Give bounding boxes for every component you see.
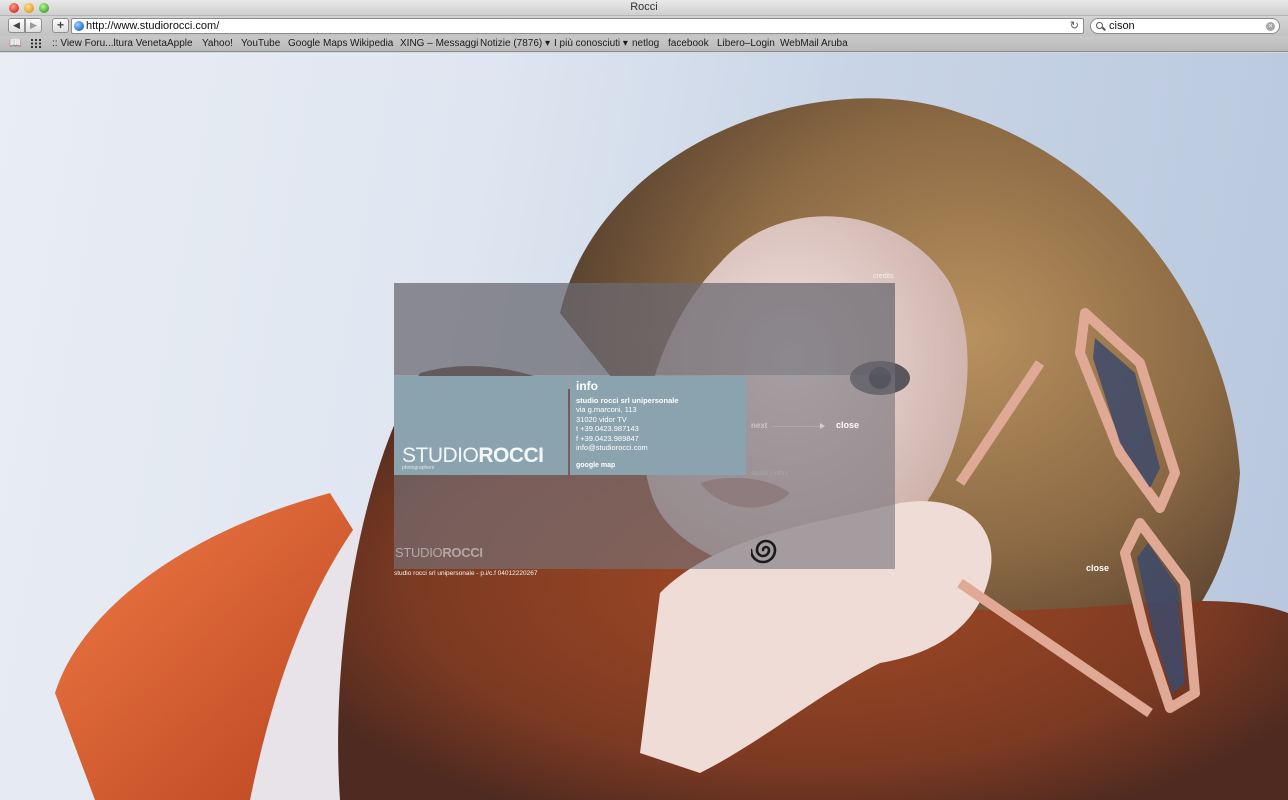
breadcrumb: studio | info | [751, 470, 788, 477]
search-text: cison [1109, 20, 1135, 32]
bookmark-item[interactable]: Yahoo! [202, 36, 233, 51]
info-tile: info studio rocci srl unipersonale via g… [570, 376, 746, 475]
footer-logo-light: STUDIO [395, 545, 443, 560]
window-title: Rocci [630, 1, 658, 13]
phone-line: t +39.0423.987143 [576, 424, 639, 434]
info-heading: info [576, 379, 598, 393]
back-button[interactable]: ◀ [8, 18, 25, 33]
bookmark-item[interactable]: Libero–Login [717, 36, 775, 51]
company-name: studio rocci srl unipersonale [576, 396, 679, 405]
logo-light-text: STUDIO [402, 444, 479, 467]
bookmark-item[interactable]: I più conosciuti ▾ [554, 36, 628, 51]
bookmark-item[interactable]: WebMail Aruba [780, 36, 848, 51]
title-bar: Rocci [0, 0, 1288, 16]
footer-logo: STUDIOROCCI [395, 545, 483, 560]
credits-link[interactable]: credits [873, 273, 894, 280]
fax-line: f +39.0423.989847 [576, 433, 639, 443]
globe-icon [74, 21, 84, 31]
footer-logo-bold: ROCCI [442, 545, 483, 560]
add-bookmark-button[interactable]: + [52, 18, 69, 33]
top-sites-grid-icon[interactable] [31, 39, 41, 48]
bookmark-item[interactable]: facebook [668, 36, 709, 51]
address-line: via g.marconi, 113 [576, 405, 637, 415]
bookmark-item[interactable]: :: View Foru...ltura Veneta [52, 36, 167, 51]
clear-search-icon[interactable]: × [1266, 22, 1275, 31]
close-link[interactable]: close [836, 420, 859, 430]
bookmark-item[interactable]: netlog [632, 36, 659, 51]
bookmark-item[interactable]: Google Maps [288, 36, 347, 51]
search-icon [1096, 22, 1103, 29]
bookmark-item[interactable]: Apple [167, 36, 193, 51]
panel-top-band [394, 283, 895, 375]
logo-subtitle: photographers [402, 465, 435, 471]
next-link[interactable]: next [751, 421, 767, 430]
reload-icon[interactable]: ↻ [1070, 19, 1079, 33]
google-map-link[interactable]: google map [576, 462, 615, 469]
url-text: http://www.studiorocci.com/ [86, 20, 220, 32]
bookmark-item[interactable]: Notizie (7876) ▾ [480, 36, 550, 51]
email-link[interactable]: info@studiorocci.com [576, 443, 679, 452]
bookmark-item[interactable]: YouTube [241, 36, 280, 51]
browser-toolbar: ◀ ▶ + http://www.studiorocci.com/ ↻ ciso… [0, 16, 1288, 36]
bookmarks-bar: 📖 :: View Foru...ltura Veneta Apple Yaho… [0, 36, 1288, 52]
address-bar[interactable]: http://www.studiorocci.com/ ↻ [71, 18, 1084, 34]
close-link-outer[interactable]: close [1086, 563, 1109, 573]
bookmark-item[interactable]: XING – Messaggi [400, 36, 478, 51]
city-line: 31020 vidor TV [576, 414, 627, 424]
contact-details: studio rocci srl unipersonale via g.marc… [576, 396, 679, 452]
bookmarks-book-icon[interactable]: 📖 [9, 36, 21, 51]
arrow-right-icon [772, 423, 825, 429]
logo-bold-text: ROCCI [478, 444, 544, 467]
forward-button[interactable]: ▶ [25, 18, 42, 33]
spiral-logo-icon [751, 539, 777, 564]
search-input[interactable]: cison × [1090, 18, 1280, 34]
legal-footer: studio rocci srl unipersonale - p.i/c.f … [394, 570, 538, 577]
logo-tile: STUDIOROCCI photographers [394, 376, 568, 475]
bookmark-item[interactable]: Wikipedia [350, 36, 393, 51]
